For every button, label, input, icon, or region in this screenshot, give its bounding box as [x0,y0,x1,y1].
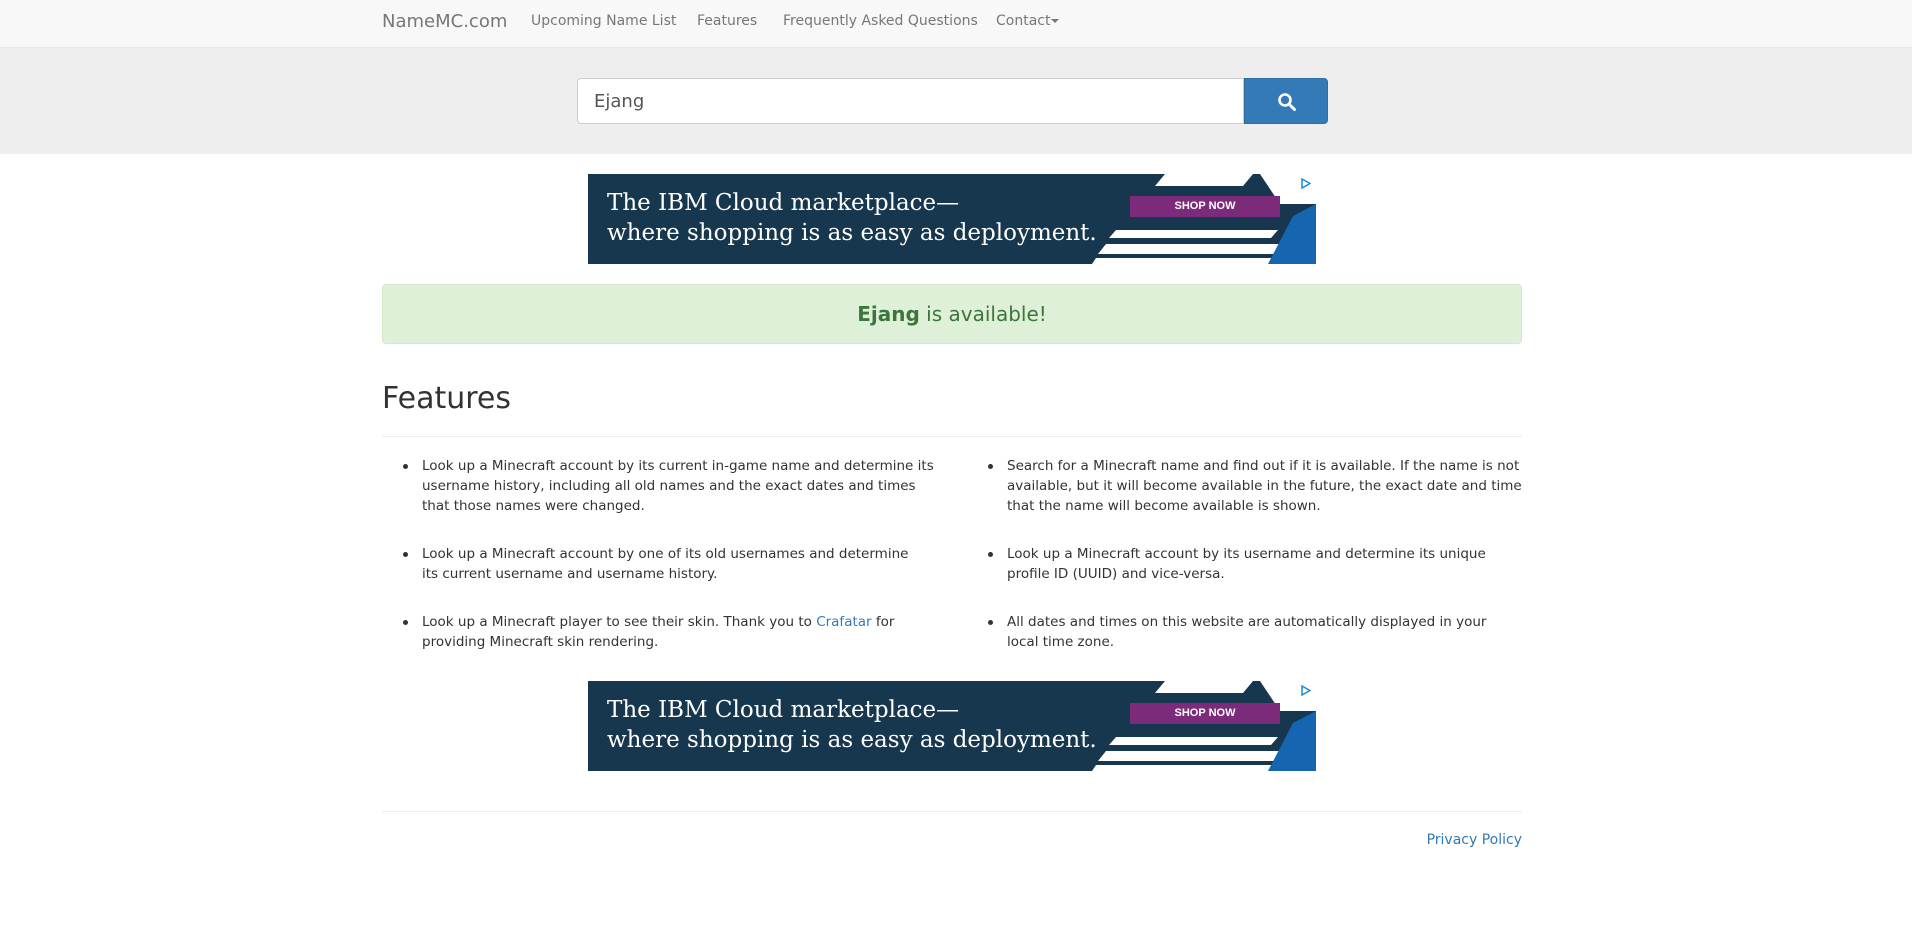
search-button[interactable] [1244,78,1328,124]
top-navbar: NameMC.com Upcoming Name List Features F… [0,0,1912,48]
adchoices-icon[interactable] [1298,176,1314,191]
ad-headline-line2: where shopping is as easy as deployment. [607,727,1097,753]
adchoices-icon[interactable] [1298,683,1314,698]
features-divider [382,436,1522,437]
feature-item: Look up a Minecraft account by one of it… [403,544,922,584]
search-input[interactable] [577,78,1244,124]
alert-message: is available! [919,302,1047,326]
feature-item: Search for a Minecraft name and find out… [988,456,1522,516]
privacy-policy-link[interactable]: Privacy Policy [1427,832,1522,848]
feature-text: Look up a Minecraft account by one of it… [422,546,909,582]
feature-item: Look up a Minecraft account by its curre… [403,456,942,516]
nav-contact-label: Contact [996,13,1051,29]
feature-text: Look up a Minecraft account by its curre… [422,458,934,514]
search-icon [1278,93,1296,111]
feature-text: Search for a Minecraft name and find out… [1007,458,1522,514]
ad-shop-now-button[interactable]: SHOP NOW [1130,196,1280,217]
bullet-icon [988,552,993,557]
ad-stripes-graphic [1092,681,1316,771]
feature-text: All dates and times on this website are … [1007,614,1487,650]
bullet-icon [403,620,408,625]
ad-banner-top[interactable]: The IBM Cloud marketplace— where shoppin… [588,174,1316,264]
nav-faq[interactable]: Frequently Asked Questions [783,13,978,29]
bullet-icon [403,464,408,469]
nav-features[interactable]: Features [697,13,757,29]
nav-contact-dropdown[interactable]: Contact [996,13,1060,29]
nav-upcoming-name-list[interactable]: Upcoming Name List [531,13,676,29]
features-heading: Features [382,381,511,416]
ad-headline-line1: The IBM Cloud marketplace— [607,190,960,216]
ad-stripes-graphic [1092,174,1316,264]
bullet-icon [988,620,993,625]
crafatar-link[interactable]: Crafatar [816,614,871,630]
footer-divider [382,811,1522,812]
brand-link[interactable]: NameMC.com [382,11,507,32]
bullet-icon [403,552,408,557]
ad-banner-bottom[interactable]: The IBM Cloud marketplace— where shoppin… [588,681,1316,771]
feature-text: Look up a Minecraft account by its usern… [1007,546,1486,582]
ad-headline-line1: The IBM Cloud marketplace— [607,697,960,723]
availability-alert: Ejang is available! [382,284,1522,344]
feature-text-pre: Look up a Minecraft player to see their … [422,614,817,630]
feature-item: Look up a Minecraft player to see their … [403,612,897,652]
ad-headline-line2: where shopping is as easy as deployment. [607,220,1097,246]
feature-item: Look up a Minecraft account by its usern… [988,544,1522,584]
bullet-icon [988,464,993,469]
caret-down-icon [1051,19,1060,23]
feature-item: All dates and times on this website are … [988,612,1507,652]
ad-shop-now-button[interactable]: SHOP NOW [1130,703,1280,724]
alert-username: Ejang [857,302,920,326]
